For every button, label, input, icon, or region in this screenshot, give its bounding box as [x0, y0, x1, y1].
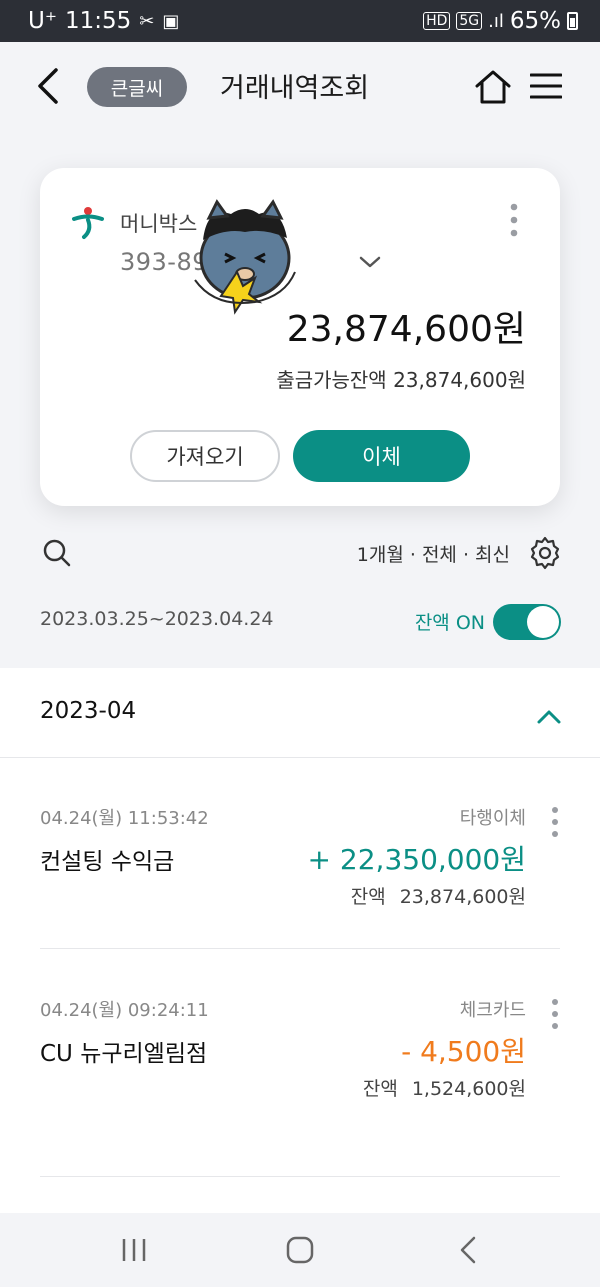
- menu-icon[interactable]: [530, 72, 562, 100]
- signal-icon: .ıl: [488, 10, 504, 32]
- transfer-button[interactable]: 이체: [293, 430, 470, 482]
- back-arrow-icon[interactable]: [34, 64, 64, 108]
- transaction-type: 체크카드: [459, 1000, 526, 1021]
- transaction-datetime: 04.24(월) 09:24:11: [40, 1000, 209, 1021]
- transaction-amount: + 22,350,000원: [307, 843, 526, 876]
- search-icon[interactable]: [42, 538, 72, 568]
- transaction-balance-value: 1,524,600원: [411, 1078, 526, 1100]
- transaction-list: 2023-04 04.24(월) 11:53:42 타행이체 컨설팅 수익금 +…: [0, 668, 600, 1213]
- transaction-balance-label: 잔액: [362, 1078, 398, 1100]
- month-header[interactable]: 2023-04: [0, 668, 600, 758]
- gallery-icon: ▣: [162, 10, 180, 32]
- chevron-down-icon[interactable]: [358, 250, 382, 274]
- app-bar: 큰글씨 거래내역조회: [0, 42, 600, 132]
- notification-icon: ✂: [139, 10, 155, 32]
- transaction-amount: - 4,500원: [401, 1035, 526, 1068]
- bank-logo-icon: [72, 207, 104, 239]
- account-balance: 23,874,600원: [286, 309, 526, 350]
- transaction-datetime: 04.24(월) 11:53:42: [40, 808, 209, 829]
- divider: [40, 948, 560, 949]
- system-nav-bar: [0, 1213, 600, 1287]
- network-5g-icon: 5G: [456, 12, 483, 30]
- large-text-toggle[interactable]: 큰글씨: [87, 67, 187, 107]
- carrier-label: U⁺: [28, 8, 57, 34]
- transaction-title: 컨설팅 수익금: [40, 849, 175, 875]
- transaction-balance: 잔액 1,524,600원: [363, 1074, 526, 1101]
- date-range-row: 2023.03.25~2023.04.24 잔액 ON: [0, 598, 600, 644]
- more-options-icon[interactable]: [506, 202, 522, 238]
- available-balance-label: 출금가능잔액: [276, 368, 387, 392]
- transaction-balance: 잔액 23,874,600원: [351, 882, 526, 909]
- transaction-balance-label: 잔액: [350, 886, 386, 908]
- transaction-item[interactable]: 04.24(월) 09:24:11 체크카드 CU 뉴구리엘림점 - 4,500…: [40, 996, 560, 1106]
- transaction-balance-value: 23,874,600원: [399, 886, 526, 908]
- recent-apps-icon[interactable]: [118, 1235, 150, 1265]
- account-card: 머니박스 393-89 515 23,874,600원 출금가능잔액 23,87…: [40, 168, 560, 506]
- chevron-up-icon[interactable]: [536, 706, 562, 726]
- status-bar: U⁺ 11:55 ✂ ▣ HD 5G .ıl 65%: [0, 0, 600, 42]
- filter-summary[interactable]: 1개월 · 전체 · 최신: [357, 540, 510, 567]
- transaction-item[interactable]: 04.24(월) 11:53:42 타행이체 컨설팅 수익금 + 22,350,…: [40, 804, 560, 914]
- battery-icon: [567, 12, 578, 30]
- transaction-title: CU 뉴구리엘림점: [40, 1041, 208, 1067]
- filter-row: 1개월 · 전체 · 최신: [0, 530, 600, 580]
- page-title: 거래내역조회: [220, 73, 370, 104]
- more-options-icon[interactable]: [550, 806, 560, 838]
- month-label: 2023-04: [40, 698, 137, 724]
- transaction-type: 타행이체: [459, 808, 526, 829]
- available-balance-amount: 23,874,600원: [393, 368, 526, 392]
- date-range: 2023.03.25~2023.04.24: [40, 608, 274, 630]
- balance-toggle[interactable]: [493, 604, 561, 640]
- cat-sticker-icon: [194, 199, 296, 315]
- divider: [40, 1176, 560, 1177]
- home-button-icon[interactable]: [284, 1235, 316, 1265]
- battery-percent: 65%: [509, 8, 561, 34]
- available-balance: 출금가능잔액 23,874,600원: [276, 364, 526, 393]
- hd-icon: HD: [423, 12, 451, 30]
- home-icon[interactable]: [474, 68, 512, 106]
- back-button-icon[interactable]: [454, 1235, 486, 1265]
- gear-icon[interactable]: [528, 536, 562, 570]
- import-button[interactable]: 가져오기: [130, 430, 280, 482]
- balance-toggle-label: 잔액 ON: [414, 612, 485, 634]
- clock: 11:55: [64, 8, 132, 34]
- more-options-icon[interactable]: [550, 998, 560, 1030]
